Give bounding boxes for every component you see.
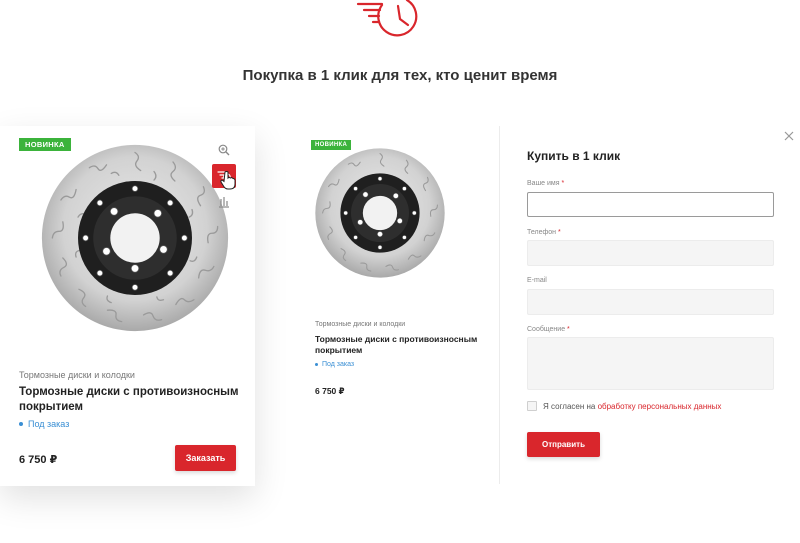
availability-dot-icon [19, 422, 23, 426]
close-icon[interactable] [783, 130, 795, 142]
availability-status-small: Под заказ [315, 361, 354, 368]
quick-buy-button[interactable] [212, 164, 236, 190]
brake-disc-image[interactable] [40, 143, 230, 333]
phone-label: Телефон * [527, 229, 561, 236]
product-price-small: 6 750 ₽ [315, 386, 345, 396]
consent-text: Я согласен на обработку персональных дан… [543, 402, 722, 411]
availability-label: Под заказ [28, 419, 70, 429]
product-title[interactable]: Тормозные диски с противоизносным покрыт… [19, 385, 239, 415]
name-field[interactable] [527, 192, 774, 217]
zoom-icon [218, 144, 230, 156]
email-field[interactable] [527, 289, 774, 315]
form-title: Купить в 1 клик [527, 149, 621, 163]
availability-status: Под заказ [19, 419, 69, 429]
page-headline: Покупка в 1 клик для тех, кто ценит врем… [242, 67, 558, 84]
zoom-button[interactable] [212, 138, 236, 162]
submit-button[interactable]: Отправить [527, 432, 600, 457]
availability-label-small: Под заказ [322, 361, 355, 368]
email-label: E-mail [527, 277, 547, 284]
compare-button[interactable] [212, 190, 236, 214]
consent-checkbox[interactable] [527, 401, 537, 411]
hand-cursor-icon [220, 171, 236, 190]
message-field[interactable] [527, 337, 774, 390]
product-title-small: Тормозные диски с противоизносным покрыт… [315, 334, 478, 355]
compare-icon [219, 197, 229, 208]
message-label: Сообщение * [527, 326, 570, 333]
product-category[interactable]: Тормозные диски и колодки [19, 370, 135, 380]
name-label: Ваше имя * [527, 180, 565, 187]
product-category-small: Тормозные диски и колодки [315, 321, 406, 328]
card-tools [212, 138, 236, 216]
consent-link[interactable]: обработку персональных данных [598, 402, 722, 411]
divider [499, 126, 500, 484]
product-price: 6 750 ₽ [19, 454, 58, 466]
phone-field[interactable] [527, 240, 774, 266]
quick-buy-clock-icon [356, 0, 418, 37]
order-button[interactable]: Заказать [175, 445, 236, 471]
availability-dot-icon [315, 363, 318, 366]
product-card[interactable]: Новинка [0, 126, 255, 486]
brake-disc-image-small [315, 148, 445, 278]
